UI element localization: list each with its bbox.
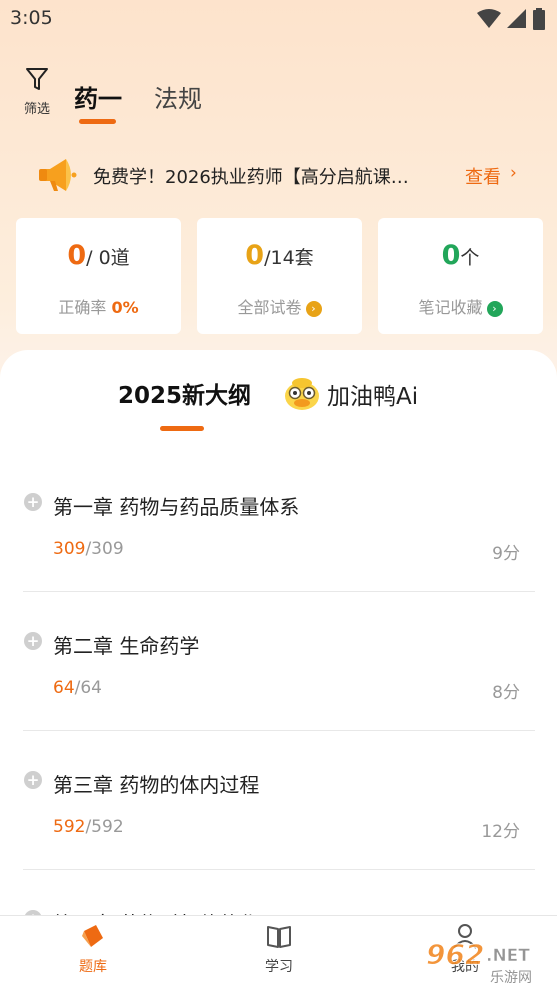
tab-fagui[interactable]: 法规 (154, 79, 202, 114)
chapter-minutes: 9分 (492, 544, 520, 564)
status-time: 3:05 (10, 7, 53, 29)
stat-value: 0 (441, 240, 461, 271)
tab-active-indicator (79, 119, 116, 124)
duck-mascot-icon (285, 378, 319, 410)
chapter-item[interactable]: + 第一章 药物与药品质量体系 309/309 9分 (23, 453, 535, 592)
tab-duck-ai-label: 加油鸭Ai (327, 384, 419, 410)
stat-unit: / 0道 (86, 247, 130, 269)
stat-label-row: 正确率 0% (16, 294, 181, 318)
notice-text: 免费学！2026执业药师【高分启航课… (93, 167, 409, 188)
chevron-right-icon: › (486, 301, 503, 317)
stat-value-row: 0/ 0道 (16, 240, 181, 271)
chapter-total-count: /592 (85, 817, 124, 837)
chapter-item[interactable]: + 第二章 生命药学 64/64 8分 (23, 592, 535, 731)
chapter-progress: 592/592 (53, 817, 124, 837)
megaphone-icon (39, 159, 77, 191)
expand-plus-icon[interactable]: + (24, 632, 42, 650)
stat-value-row: 0个 (378, 240, 543, 271)
filter-icon (26, 68, 48, 90)
stat-label: 笔记收藏 (418, 298, 483, 317)
nav-question-bank[interactable]: 题库 (53, 922, 133, 976)
stat-unit: 个 (460, 247, 480, 269)
chapter-minutes: 8分 (492, 683, 520, 703)
stat-label-row: 笔记收藏 › (378, 294, 543, 318)
accuracy-percent: 0% (111, 298, 139, 317)
chapter-done-count: 592 (53, 817, 86, 837)
chapter-minutes: 12分 (481, 822, 520, 842)
tab-new-outline[interactable]: 2025新大纲 (118, 376, 251, 410)
status-icons (477, 8, 545, 30)
signal-icon (507, 9, 526, 28)
expand-plus-icon[interactable]: + (24, 493, 42, 511)
svg-text:.NET: .NET (486, 946, 530, 966)
tab-yaoyi[interactable]: 药一 (74, 79, 122, 114)
chapter-title: 第三章 药物的体内过程 (53, 773, 260, 797)
chapter-total-count: /309 (85, 539, 124, 559)
stat-label-row: 全部试卷 › (197, 294, 362, 318)
outline-tab-indicator (160, 426, 204, 431)
stat-value-row: 0/14套 (197, 240, 362, 271)
nav-label: 题库 (79, 959, 107, 975)
chapter-progress: 309/309 (53, 539, 124, 559)
chevron-right-icon: › (305, 301, 322, 317)
stat-label: 正确率 (58, 298, 107, 317)
chapter-done-count: 309 (53, 539, 86, 559)
svg-text:乐游网: 乐游网 (490, 970, 532, 986)
chapter-title: 第二章 生命药学 (53, 634, 200, 658)
book-icon (267, 926, 291, 948)
chapter-title: 第一章 药物与药品质量体系 (53, 495, 300, 519)
filter-label: 筛选 (23, 102, 50, 117)
notice-view-link[interactable]: 查看 (465, 163, 501, 189)
status-bar: 3:05 (0, 0, 557, 38)
top-bar: 筛选 药一 法规 (0, 60, 557, 130)
expand-plus-icon[interactable]: + (24, 771, 42, 789)
question-bank-icon (82, 925, 103, 947)
stat-label: 全部试卷 (237, 298, 302, 317)
filter-button[interactable]: 筛选 (20, 66, 54, 117)
site-watermark-logo: 962 .NET 乐游网 (426, 938, 533, 987)
wifi-icon (477, 9, 501, 28)
outline-panel: 2025新大纲 加油鸭Ai + 第一章 药物与药品质量体系 309/309 9分… (0, 350, 557, 940)
stat-value: 0 (67, 240, 87, 271)
battery-icon (533, 8, 545, 30)
svg-text:962: 962 (426, 938, 484, 971)
chapter-total-count: /64 (74, 678, 102, 698)
stat-card-accuracy[interactable]: 0/ 0道 正确率 0% (16, 218, 181, 334)
tab-duck-ai[interactable]: 加油鸭Ai (283, 376, 418, 412)
chapter-done-count: 64 (53, 678, 75, 698)
stat-card-papers[interactable]: 0/14套 全部试卷 › (197, 218, 362, 334)
chapter-progress: 64/64 (53, 678, 102, 698)
nav-study[interactable]: 学习 (239, 922, 319, 976)
notice-bar[interactable]: 免费学！2026执业药师【高分启航课… 查看 › (0, 150, 557, 200)
stat-card-notes[interactable]: 0个 笔记收藏 › (378, 218, 543, 334)
chapter-item[interactable]: + 第三章 药物的体内过程 592/592 12分 (23, 731, 535, 870)
chevron-right-icon: › (510, 163, 517, 183)
nav-label: 学习 (265, 959, 293, 975)
stat-value: 0 (245, 240, 265, 271)
stat-unit: /14套 (264, 247, 314, 269)
